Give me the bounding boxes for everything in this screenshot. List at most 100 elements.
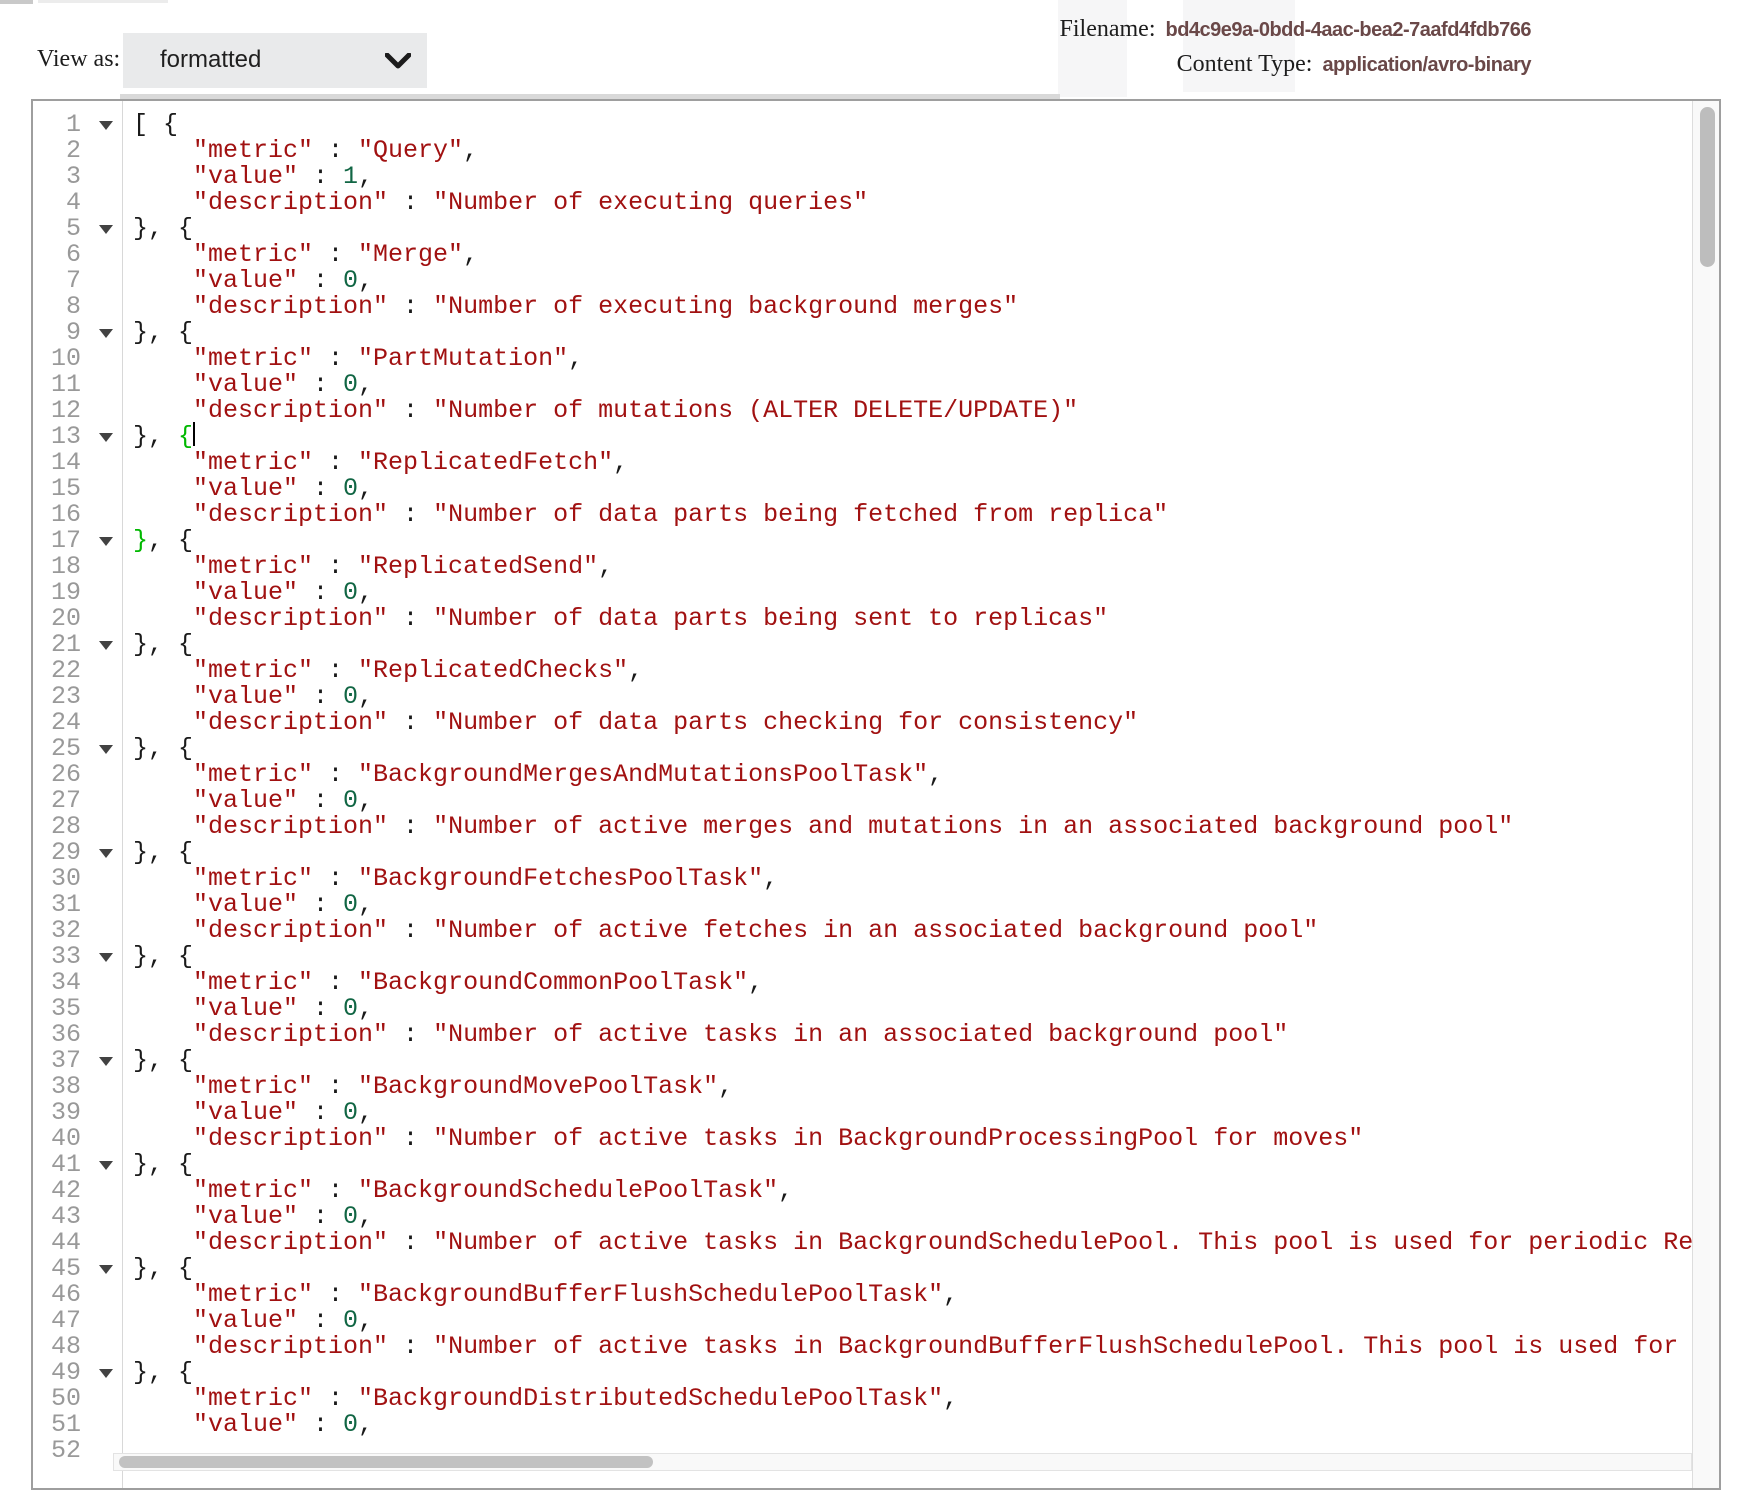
code-text[interactable]: "value" : 0, (133, 1100, 373, 1126)
code-text[interactable]: "description" : "Number of data parts be… (133, 606, 1108, 632)
code-text[interactable]: "metric" : "BackgroundCommonPoolTask", (133, 970, 763, 996)
code-text[interactable]: }, { (133, 1048, 193, 1074)
code-text[interactable]: }, { (133, 1256, 193, 1282)
code-text[interactable]: "value" : 0, (133, 476, 373, 502)
fold-gutter (81, 1100, 133, 1126)
code-text[interactable]: "value" : 0, (133, 1308, 373, 1334)
code-line: 31 "value" : 0, (33, 892, 1692, 918)
fold-arrow-icon[interactable] (99, 537, 113, 546)
code-text[interactable]: "value" : 1, (133, 164, 373, 190)
code-text[interactable]: "value" : 0, (133, 996, 373, 1022)
code-text[interactable]: }, { (133, 1360, 193, 1386)
fold-gutter (81, 450, 133, 476)
fold-gutter (81, 320, 133, 346)
code-text[interactable]: "value" : 0, (133, 1412, 373, 1438)
fold-arrow-icon[interactable] (99, 225, 113, 234)
code-text[interactable]: "metric" : "BackgroundDistributedSchedul… (133, 1386, 958, 1412)
code-text[interactable]: "value" : 0, (133, 788, 373, 814)
fold-gutter (81, 1204, 133, 1230)
fold-arrow-icon[interactable] (99, 745, 113, 754)
code-text[interactable]: }, { (133, 1152, 193, 1178)
code-line: 46 "metric" : "BackgroundBufferFlushSche… (33, 1282, 1692, 1308)
code-text[interactable]: "description" : "Number of active tasks … (133, 1022, 1288, 1048)
code-text[interactable]: "metric" : "BackgroundBufferFlushSchedul… (133, 1282, 958, 1308)
code-line: 36 "description" : "Number of active tas… (33, 1022, 1692, 1048)
code-line: 48 "description" : "Number of active tas… (33, 1334, 1692, 1360)
code-text[interactable]: "value" : 0, (133, 268, 373, 294)
fold-gutter (81, 606, 133, 632)
code-text[interactable]: }, { (133, 320, 193, 346)
code-text[interactable]: }, { (133, 216, 193, 242)
fold-arrow-icon[interactable] (99, 121, 113, 130)
fold-arrow-icon[interactable] (99, 1161, 113, 1170)
fold-gutter (81, 372, 133, 398)
code-text[interactable]: "value" : 0, (133, 684, 373, 710)
code-text[interactable]: "value" : 0, (133, 892, 373, 918)
code-text[interactable]: }, { (133, 424, 195, 450)
code-text[interactable]: "description" : "Number of active tasks … (133, 1334, 1692, 1360)
code-text[interactable]: "metric" : "BackgroundFetchesPoolTask", (133, 866, 778, 892)
fold-arrow-icon[interactable] (99, 641, 113, 650)
fold-arrow-icon[interactable] (99, 433, 113, 442)
code-text[interactable]: "description" : "Number of mutations (AL… (133, 398, 1078, 424)
fold-arrow-icon[interactable] (99, 1265, 113, 1274)
fold-arrow-icon[interactable] (99, 953, 113, 962)
fold-gutter (81, 1334, 133, 1360)
code-text[interactable]: "metric" : "ReplicatedChecks", (133, 658, 643, 684)
code-editor-scroll-area: 1[ {2 "metric" : "Query",3 "value" : 1,4… (33, 101, 1719, 1488)
code-text[interactable]: }, { (133, 736, 193, 762)
horizontal-scrollbar-thumb[interactable] (119, 1456, 653, 1468)
vertical-scrollbar-thumb[interactable] (1700, 107, 1715, 267)
fold-gutter (81, 346, 133, 372)
code-text[interactable]: "description" : "Number of active tasks … (133, 1126, 1363, 1152)
code-text[interactable]: "metric" : "BackgroundMovePoolTask", (133, 1074, 733, 1100)
code-text[interactable]: "description" : "Number of data parts ch… (133, 710, 1138, 736)
code-editor[interactable]: 1[ {2 "metric" : "Query",3 "value" : 1,4… (31, 99, 1721, 1490)
vertical-scrollbar[interactable] (1692, 101, 1719, 1488)
code-text[interactable]: "value" : 0, (133, 372, 373, 398)
line-number: 27 (33, 788, 81, 814)
code-text[interactable]: "metric" : "PartMutation", (133, 346, 583, 372)
fold-arrow-icon[interactable] (99, 1057, 113, 1066)
code-line: 9}, { (33, 320, 1692, 346)
line-number: 15 (33, 476, 81, 502)
line-number: 12 (33, 398, 81, 424)
view-as-select[interactable]: formatted (123, 33, 427, 88)
fold-arrow-icon[interactable] (99, 1369, 113, 1378)
code-text[interactable]: "value" : 0, (133, 1204, 373, 1230)
fold-gutter (81, 216, 133, 242)
fold-gutter (81, 164, 133, 190)
horizontal-scrollbar[interactable] (113, 1453, 1692, 1471)
code-text[interactable]: "metric" : "BackgroundMergesAndMutations… (133, 762, 943, 788)
code-line: 35 "value" : 0, (33, 996, 1692, 1022)
code-text[interactable]: }, { (133, 632, 193, 658)
code-text[interactable]: }, { (133, 528, 193, 554)
code-text[interactable]: "metric" : "ReplicatedSend", (133, 554, 613, 580)
code-text[interactable]: "description" : "Number of executing que… (133, 190, 868, 216)
code-text[interactable]: "description" : "Number of active merges… (133, 814, 1513, 840)
code-text[interactable]: "metric" : "Merge", (133, 242, 478, 268)
code-text[interactable]: "value" : 0, (133, 580, 373, 606)
code-text[interactable]: }, { (133, 944, 193, 970)
code-text[interactable]: "description" : "Number of active tasks … (133, 1230, 1692, 1256)
code-line: 25}, { (33, 736, 1692, 762)
fold-arrow-icon[interactable] (99, 849, 113, 858)
code-text[interactable]: "description" : "Number of executing bac… (133, 294, 1018, 320)
line-number: 43 (33, 1204, 81, 1230)
code-text[interactable]: }, { (133, 840, 193, 866)
code-line: 8 "description" : "Number of executing b… (33, 294, 1692, 320)
fold-arrow-icon[interactable] (99, 329, 113, 338)
view-as-label: View as: (37, 46, 120, 73)
line-number: 36 (33, 1022, 81, 1048)
line-number: 50 (33, 1386, 81, 1412)
code-text[interactable]: "description" : "Number of data parts be… (133, 502, 1168, 528)
code-text[interactable]: "metric" : "BackgroundSchedulePoolTask", (133, 1178, 793, 1204)
code-line: 30 "metric" : "BackgroundFetchesPoolTask… (33, 866, 1692, 892)
code-text[interactable]: "metric" : "ReplicatedFetch", (133, 450, 628, 476)
line-number: 48 (33, 1334, 81, 1360)
line-number: 49 (33, 1360, 81, 1386)
fold-gutter (81, 1230, 133, 1256)
code-text[interactable]: [ { (133, 112, 178, 138)
code-text[interactable]: "metric" : "Query", (133, 138, 478, 164)
code-text[interactable]: "description" : "Number of active fetche… (133, 918, 1318, 944)
